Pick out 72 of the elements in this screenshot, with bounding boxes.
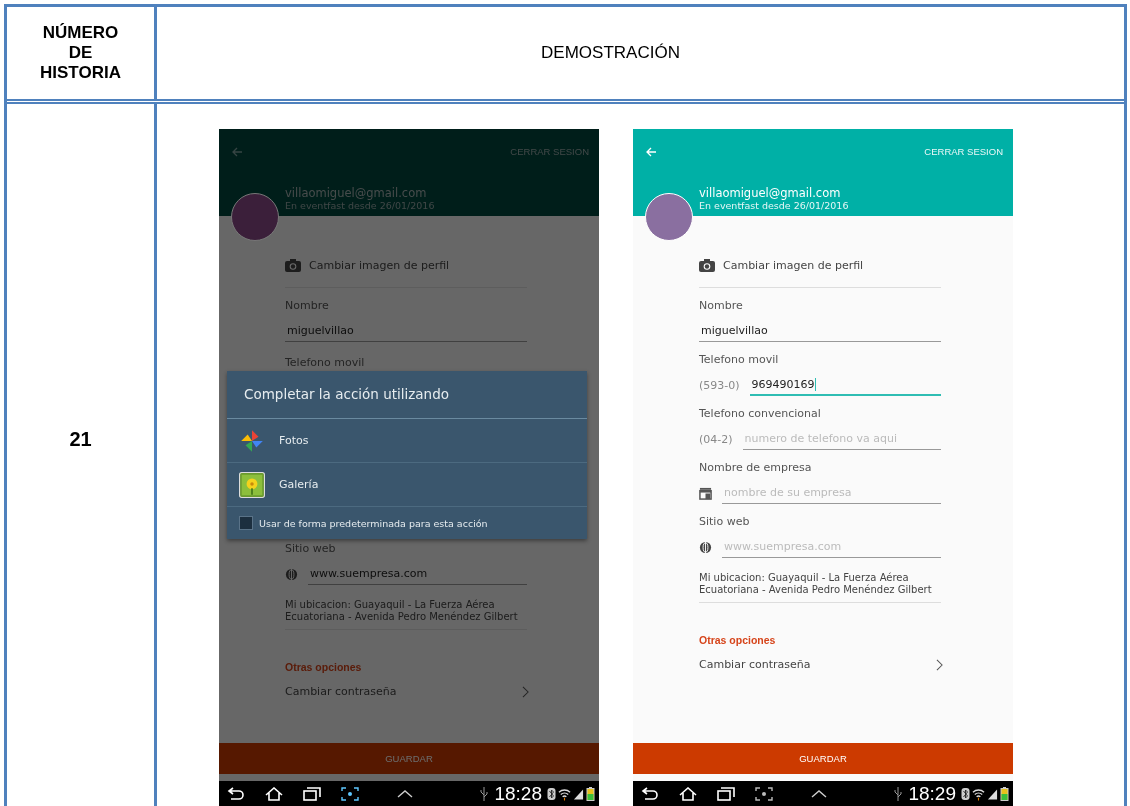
text-input[interactable]: 969490169: [749, 374, 941, 396]
dialog-title: Completar la acción utilizando: [227, 371, 587, 419]
logout-button[interactable]: CERRAR SESION: [510, 143, 589, 159]
caret-up-icon[interactable]: [397, 790, 413, 798]
text-input[interactable]: www.suempresa.com: [308, 563, 527, 585]
chevron-icon: [522, 685, 529, 698]
camera-icon: [285, 258, 301, 272]
location-text: Mi ubicacion: Guayaquil - La Fuerza Aérea Ecuatoriana - Avenida Pedro Menéndez Gilbert: [285, 599, 527, 630]
signal-icon: [987, 787, 998, 801]
location-text: Mi ubicacion: Guayaquil - La Fuerza Aérea Ecuatoriana - Avenida Pedro Menéndez Gilbert: [699, 572, 941, 603]
camera-icon: [699, 258, 715, 272]
usb-icon: [894, 787, 903, 801]
wifi-icon: [558, 787, 571, 801]
field-label: Sitio web: [699, 514, 751, 530]
field-label: Telefono movil: [699, 352, 780, 368]
logout-button[interactable]: CERRAR SESION: [924, 143, 1003, 159]
home-icon[interactable]: [679, 787, 697, 801]
app-option[interactable]: Galería: [227, 463, 587, 507]
wifi-icon: [972, 787, 985, 801]
chevron-icon: [936, 658, 943, 671]
checkbox-label: Usar de forma predeterminada para esta acción: [259, 517, 488, 529]
signal-icon: [573, 787, 584, 801]
text-input[interactable]: www.suempresa.com: [722, 536, 941, 558]
back-icon[interactable]: [227, 787, 245, 801]
column-heading: DEMOSTRACIÓN: [541, 43, 680, 63]
battery-icon: [586, 787, 595, 801]
bluetooth-icon: [547, 787, 556, 801]
save-button[interactable]: GUARDAR: [219, 743, 599, 774]
story-number: 21: [69, 427, 92, 451]
section-heading: Otras opciones: [699, 634, 776, 646]
text-input[interactable]: miguelvillao: [285, 320, 527, 342]
change-photo-link[interactable]: Cambiar imagen de perfil: [309, 258, 450, 272]
home-icon[interactable]: [265, 787, 283, 801]
field-label: Nombre: [699, 298, 744, 314]
user-email: villaomiguel@gmail.com: [285, 186, 428, 200]
field-label: Sitio web: [285, 541, 337, 557]
field-label: Nombre de empresa: [699, 460, 813, 476]
field-label: Telefono movil: [285, 355, 366, 371]
text-input[interactable]: nombre de su empresa: [722, 482, 941, 504]
flower-picture-icon: [239, 471, 265, 498]
save-button[interactable]: GUARDAR: [633, 743, 1013, 774]
change-photo-link[interactable]: Cambiar imagen de perfil: [723, 258, 864, 272]
field-label: Telefono convencional: [699, 406, 822, 422]
recent-apps-icon[interactable]: [303, 787, 321, 801]
area-code-prefix: (04-2): [699, 432, 733, 446]
globe-icon: [285, 567, 298, 581]
change-password-link[interactable]: Cambiar contraseña: [285, 685, 397, 698]
member-since: En eventfast desde 26/01/2016: [699, 200, 850, 212]
change-password-link[interactable]: Cambiar contraseña: [699, 658, 811, 671]
user-email: villaomiguel@gmail.com: [699, 186, 842, 200]
back-icon[interactable]: [641, 787, 659, 801]
bluetooth-icon: [961, 787, 970, 801]
usb-icon: [480, 787, 489, 801]
section-heading: Otras opciones: [285, 661, 362, 673]
area-code-prefix: (593-0): [699, 378, 740, 392]
recent-apps-icon[interactable]: [717, 787, 735, 801]
screen-capture-icon[interactable]: [341, 787, 359, 801]
store-icon: [699, 486, 712, 500]
globe-icon: [699, 540, 712, 554]
app-option[interactable]: Fotos: [227, 419, 587, 463]
text-input[interactable]: numero de telefono va aqui: [742, 428, 941, 450]
battery-icon: [1000, 787, 1009, 801]
clock-time: 18:28: [494, 783, 542, 805]
column-heading: NÚMERO DE HISTORIA: [39, 23, 122, 83]
field-label: Nombre: [285, 298, 330, 314]
back-arrow-icon[interactable]: [645, 146, 657, 158]
member-since: En eventfast desde 26/01/2016: [285, 200, 436, 212]
text-input[interactable]: miguelvillao: [699, 320, 941, 342]
clock-time: 18:29: [908, 783, 956, 805]
caret-up-icon[interactable]: [811, 790, 827, 798]
screen-capture-icon[interactable]: [755, 787, 773, 801]
checkbox[interactable]: [239, 516, 253, 530]
